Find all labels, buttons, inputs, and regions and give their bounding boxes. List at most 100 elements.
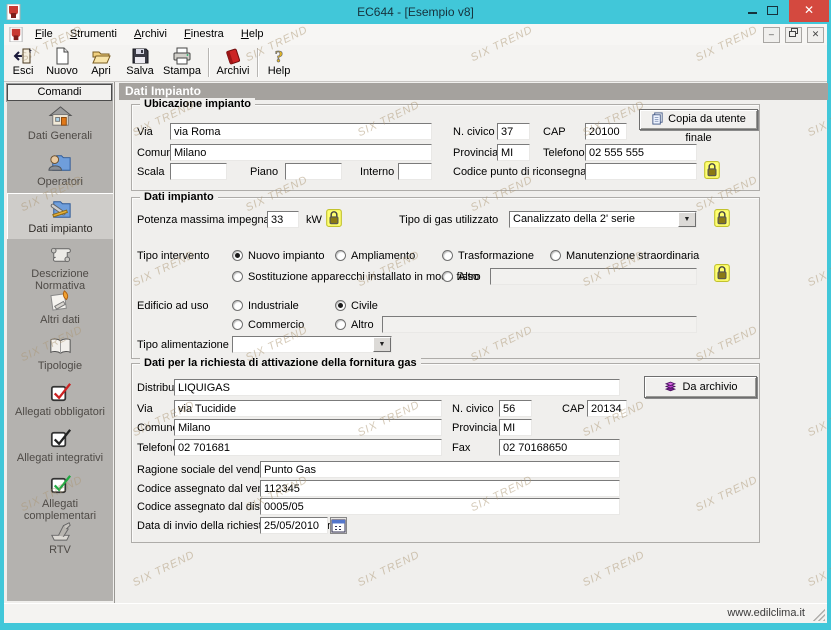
commands-header-button[interactable]: Comandi (7, 84, 112, 101)
radio-label[interactable]: Commercio (248, 319, 304, 331)
sidebar-item-allegati-obbligatori[interactable]: Allegati obbligatori (7, 377, 113, 423)
telefono-input[interactable] (585, 144, 697, 161)
mdi-close-button[interactable]: ✕ (807, 27, 824, 43)
provincia-input[interactable] (499, 419, 532, 436)
resize-grip[interactable] (813, 609, 825, 621)
group-title: Ubicazione impianto (140, 98, 255, 110)
radio-ampliamento[interactable] (335, 250, 346, 261)
codice-venditore-input[interactable] (260, 480, 620, 497)
interno-input[interactable] (398, 163, 432, 180)
sidebar-item-dati-generali[interactable]: Dati Generali (7, 101, 113, 147)
via-label: Via (137, 403, 153, 415)
save-button[interactable]: Salva (122, 46, 158, 79)
comune-input[interactable] (174, 419, 442, 436)
fax-label: Fax (452, 442, 470, 454)
via-label: Via (137, 126, 153, 138)
sidebar-item-allegati-integrativi[interactable]: Allegati integrativi (7, 423, 113, 469)
gas-type-select[interactable]: Canalizzato della 2' serie ▼ (509, 211, 697, 228)
radio-civile[interactable] (335, 300, 346, 311)
civico-input[interactable] (497, 123, 530, 140)
radio-nuovo-impianto[interactable] (232, 250, 243, 261)
mdi-minimize-button[interactable]: – (763, 27, 780, 43)
sidebar-item-operatori[interactable]: Operatori (7, 147, 113, 193)
mdi-restore-button[interactable] (785, 27, 802, 43)
radio-edificio-altro[interactable] (335, 319, 346, 330)
padlock-icon[interactable] (714, 264, 732, 282)
fax-input[interactable] (499, 439, 620, 456)
scroll-icon (47, 241, 74, 268)
menu-strumenti[interactable]: Strumenti (63, 24, 124, 45)
intervento-altro-input[interactable] (490, 268, 697, 285)
from-archive-button[interactable]: Da archivio (644, 376, 757, 398)
distributore-input[interactable] (174, 379, 620, 396)
sidebar-item-altri-dati[interactable]: Altri dati (7, 285, 113, 331)
codice-distributore-input[interactable] (260, 498, 620, 515)
radio-manutenzione-straordinaria[interactable] (550, 250, 561, 261)
sidebar-item-descrizione-normativa[interactable]: Descrizione Normativa (7, 239, 113, 285)
radio-label[interactable]: Altro (351, 319, 374, 331)
minimize-button[interactable] (744, 4, 760, 18)
potenza-input[interactable] (267, 211, 299, 228)
radio-sostituzione-apparecchi[interactable] (232, 271, 243, 282)
padlock-icon[interactable] (326, 209, 344, 227)
sidebar-item-tipologie[interactable]: Tipologie (7, 331, 113, 377)
client-area: Comandi Dati Generali Operatori Dati imp… (4, 81, 827, 604)
group-fornitura-gas: Dati per la richiesta di attivazione del… (131, 363, 760, 543)
radio-industriale[interactable] (232, 300, 243, 311)
cap-input[interactable] (587, 400, 627, 417)
piano-input[interactable] (285, 163, 342, 180)
cap-input[interactable] (585, 123, 627, 140)
civico-input[interactable] (499, 400, 532, 417)
menu-file[interactable]: File (28, 24, 60, 45)
edilclima-link[interactable]: www.edilclima.it (727, 607, 805, 619)
telefono-input[interactable] (174, 439, 442, 456)
alimentazione-select[interactable]: ▼ (232, 336, 392, 353)
comune-input[interactable] (170, 144, 432, 161)
riconsegna-input[interactable] (585, 163, 697, 180)
padlock-icon[interactable] (714, 209, 732, 227)
scala-label: Scala (137, 166, 165, 178)
scala-input[interactable] (170, 163, 227, 180)
help-button[interactable]: ? Help (261, 46, 297, 79)
group-dati-impianto: Dati impianto Potenza massima impegnabil… (131, 197, 760, 359)
sidebar-item-rtv[interactable]: RTV (7, 515, 113, 561)
archives-button[interactable]: Archivi (212, 46, 254, 79)
chevron-down-icon[interactable]: ▼ (678, 212, 696, 227)
via-input[interactable] (174, 400, 442, 417)
book-icon (47, 333, 74, 360)
exit-button[interactable]: Esci (6, 46, 40, 79)
status-bar: www.edilclima.it (4, 603, 827, 623)
cap-label: CAP (562, 403, 585, 415)
padlock-icon[interactable] (704, 161, 722, 179)
radio-label[interactable]: Altro (458, 271, 481, 283)
edificio-altro-input[interactable] (382, 316, 697, 333)
radio-label[interactable]: Nuovo impianto (248, 250, 324, 262)
print-button[interactable]: Stampa (160, 46, 204, 79)
sidebar-item-dati-impianto[interactable]: Dati impianto (7, 193, 113, 239)
data-invio-input[interactable] (260, 517, 328, 534)
calendar-icon[interactable] (330, 517, 347, 534)
menu-archivi[interactable]: Archivi (127, 24, 174, 45)
radio-label[interactable]: Trasformazione (458, 250, 534, 262)
close-button[interactable]: ✕ (789, 0, 829, 22)
radio-label[interactable]: Manutenzione straordinaria (566, 250, 699, 262)
menu-finestra[interactable]: Finestra (177, 24, 231, 45)
radio-commercio[interactable] (232, 319, 243, 330)
new-button[interactable]: Nuovo (42, 46, 82, 79)
venditore-input[interactable] (260, 461, 620, 478)
radio-intervento-altro[interactable] (442, 271, 453, 282)
radio-label[interactable]: Industriale (248, 300, 299, 312)
radio-label[interactable]: Civile (351, 300, 378, 312)
toolbar: Esci Nuovo Apri Salva Stampa Archivi ? H… (4, 45, 827, 82)
radio-label[interactable]: Ampliamento (351, 250, 415, 262)
exit-icon (13, 47, 33, 65)
chevron-down-icon[interactable]: ▼ (373, 337, 391, 352)
sidebar-item-allegati-complementari[interactable]: Allegati complementari (7, 469, 113, 515)
via-input[interactable] (170, 123, 432, 140)
maximize-button[interactable] (764, 4, 780, 18)
open-button[interactable]: Apri (84, 46, 118, 79)
menu-help[interactable]: Help (234, 24, 271, 45)
provincia-input[interactable] (497, 144, 530, 161)
radio-trasformazione[interactable] (442, 250, 453, 261)
copy-from-end-user-button[interactable]: Copia da utente finale (639, 109, 758, 130)
